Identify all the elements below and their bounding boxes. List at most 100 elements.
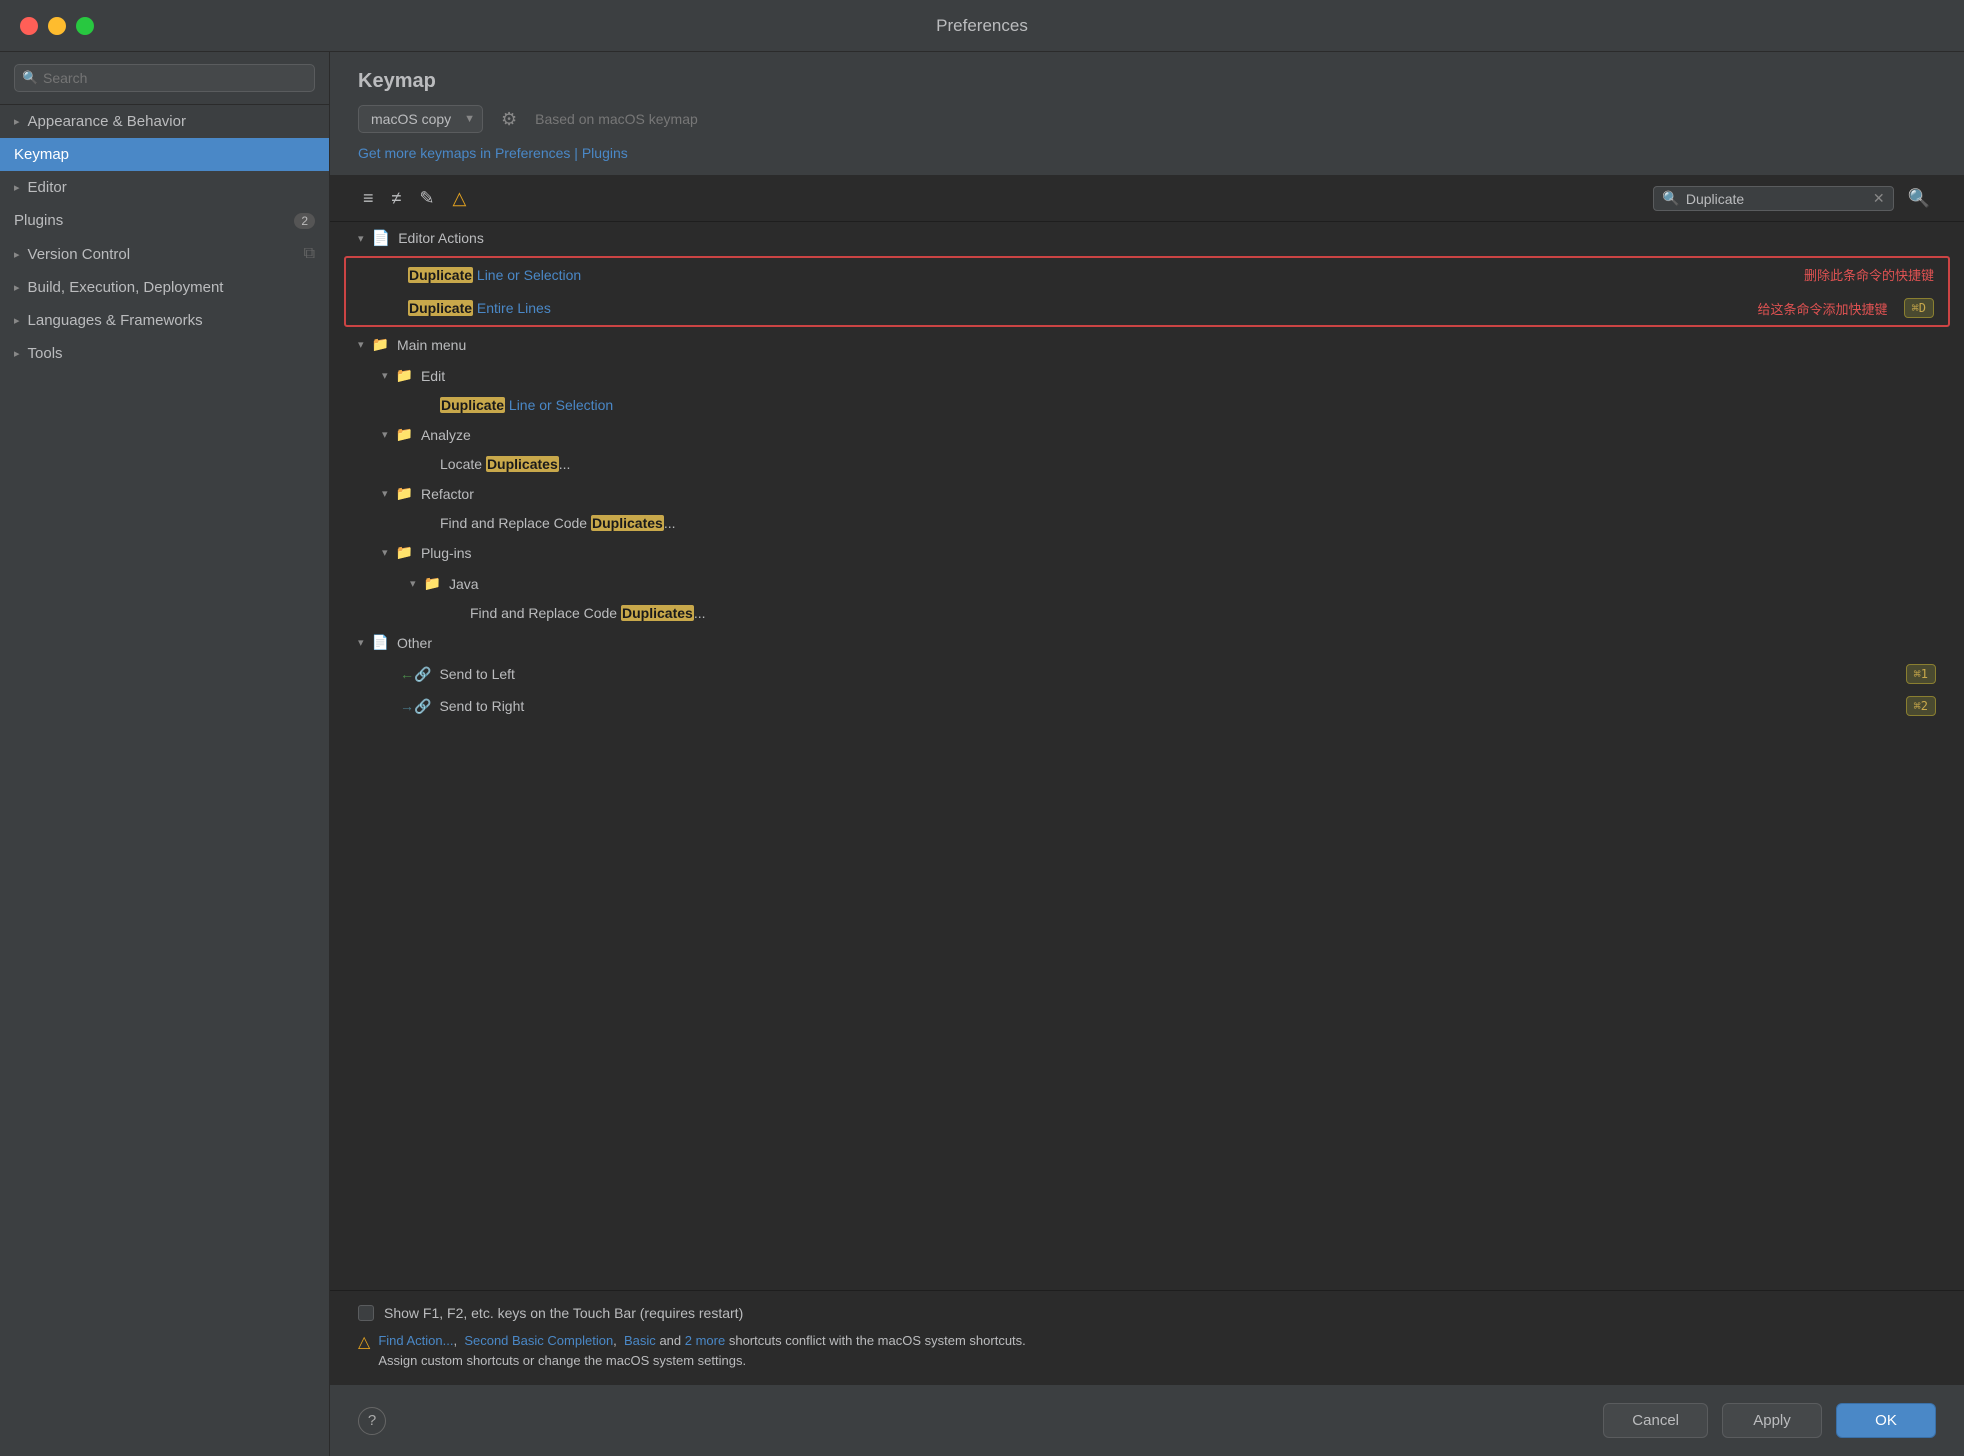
keyword-highlight: Duplicate [408,267,473,283]
tree-section-editor-actions[interactable]: ▾ 📄 Editor Actions [330,222,1964,254]
java-label: Java [449,576,479,592]
keymap-select[interactable]: macOS copy [358,105,483,133]
more-link[interactable]: 2 more [685,1333,725,1348]
help-button[interactable]: ? [358,1407,386,1435]
sidebar-item-appearance-behavior[interactable]: ▸ Appearance & Behavior [0,105,329,138]
chevron-down-icon: ▾ [382,428,388,441]
chevron-down-icon: ▾ [358,232,364,245]
chevron-right-icon: ▸ [14,115,20,128]
touchbar-row: Show F1, F2, etc. keys on the Touch Bar … [358,1305,1936,1321]
duplicate-line-edit-row[interactable]: Duplicate Line or Selection [330,391,1964,419]
sidebar-item-label: Tools [28,345,63,362]
sidebar-item-tools[interactable]: ▸ Tools [0,337,329,370]
warning-button[interactable]: △ [448,186,472,211]
row-right-actions-2: 给这条命令添加快捷键 ⌘D [1758,298,1934,318]
tree-section-edit[interactable]: ▾ 📁 Edit [330,360,1964,391]
touchbar-label: Show F1, F2, etc. keys on the Touch Bar … [384,1305,743,1321]
search-icon: 🔍 [1662,190,1679,207]
close-button[interactable] [20,17,38,35]
keyword-highlight: Duplicate [440,397,505,413]
chevron-down-icon: ▾ [382,546,388,559]
search-box: 🔍 ✕ [1653,186,1893,211]
chevron-right-icon: ▸ [14,181,20,194]
cancel-button[interactable]: Cancel [1603,1403,1708,1438]
editor-actions-label: Editor Actions [398,230,484,246]
send-to-right-label: Send to Right [439,698,524,714]
conflict-line2: Assign custom shortcuts or change the ma… [378,1353,746,1368]
toolbar: ≡ ≠ ✎ △ 🔍 ✕ 🔍 [330,176,1964,222]
find-replace-refactor-text: Find and Replace Code Duplicates... [440,515,675,531]
analyze-label: Analyze [421,427,471,443]
minimize-button[interactable] [48,17,66,35]
basic-link[interactable]: Basic [624,1333,656,1348]
touchbar-checkbox[interactable] [358,1305,374,1321]
locate-duplicates-row[interactable]: Locate Duplicates... [330,450,1964,478]
refactor-folder-icon: 📁 [396,485,413,502]
search-input[interactable] [1686,191,1867,207]
find-action-button[interactable]: 🔍 [1902,186,1936,211]
copy-icon: ⧉ [304,245,315,263]
send-to-left-row[interactable]: ←🔗 Send to Left ⌘1 [330,658,1964,690]
conflict-tail: shortcuts conflict with the macOS system… [729,1333,1026,1348]
tree-section-main-menu[interactable]: ▾ 📁 Main menu [330,329,1964,360]
editor-actions-icon: 📄 [372,229,391,247]
search-icon: 🔍 [22,70,38,86]
other-icon: 📄 [372,634,389,651]
duplicate-line-row[interactable]: Duplicate Line or Selection 删除此条命令的快捷键 [346,258,1948,291]
sidebar-item-label: Editor [28,179,67,196]
find-action-link[interactable]: Find Action... [378,1333,453,1348]
find-replace-refactor-row[interactable]: Find and Replace Code Duplicates... [330,509,1964,537]
conflict-text: Find Action..., Second Basic Completion,… [378,1331,1025,1370]
sidebar-item-label: Version Control [28,246,131,263]
duplicate-entire-row[interactable]: Duplicate Entire Lines 给这条命令添加快捷键 ⌘D [346,291,1948,325]
and-text: and [659,1333,684,1348]
tree-section-plugins[interactable]: ▾ 📁 Plug-ins [330,537,1964,568]
sidebar-item-label: Languages & Frameworks [28,312,203,329]
duplicate-line-text: Duplicate Line or Selection [408,267,581,283]
sidebar-item-label: Keymap [14,146,69,163]
delete-shortcut-text: 删除此条命令的快捷键 [1804,265,1934,284]
gear-button[interactable]: ⚙ [495,107,523,132]
sidebar-item-plugins[interactable]: Plugins 2 [0,204,329,237]
second-basic-link[interactable]: Second Basic Completion [464,1333,613,1348]
chevron-right-icon: ▸ [14,314,20,327]
other-label: Other [397,635,432,651]
expand-all-button[interactable]: ≡ [358,186,379,211]
chevron-down-icon: ▾ [358,636,364,649]
keymap-select-wrap: macOS copy ▼ [358,105,483,133]
clear-search-button[interactable]: ✕ [1873,190,1885,207]
send-to-right-shortcut: ⌘2 [1906,696,1936,716]
sidebar-item-version-control[interactable]: ▸ Version Control ⧉ [0,237,329,271]
sidebar-item-keymap[interactable]: Keymap [0,138,329,171]
row-right-actions: 删除此条命令的快捷键 [1804,265,1934,284]
sidebar-item-editor[interactable]: ▸ Editor [0,171,329,204]
warning-icon: △ [358,1332,370,1352]
sidebar-search-input[interactable] [14,64,315,92]
sidebar-search-area: 🔍 [0,52,329,105]
edit-label: Edit [421,368,445,384]
maximize-button[interactable] [76,17,94,35]
find-replace-java-row[interactable]: Find and Replace Code Duplicates... [330,599,1964,627]
tree-section-java[interactable]: ▾ 📁 Java [330,568,1964,599]
main-menu-label: Main menu [397,337,466,353]
plugins-badge: 2 [294,213,315,229]
tree-section-analyze[interactable]: ▾ 📁 Analyze [330,419,1964,450]
tree-section-refactor[interactable]: ▾ 📁 Refactor [330,478,1964,509]
duplicate-entire-text: Duplicate Entire Lines [408,300,551,316]
tree-section-other[interactable]: ▾ 📄 Other [330,627,1964,658]
apply-button[interactable]: Apply [1722,1403,1822,1438]
sidebar-item-build-execution[interactable]: ▸ Build, Execution, Deployment [0,271,329,304]
sidebar-item-languages-frameworks[interactable]: ▸ Languages & Frameworks [0,304,329,337]
chevron-down-icon: ▾ [382,487,388,500]
refactor-label: Refactor [421,486,474,502]
send-to-right-row[interactable]: →🔗 Send to Right ⌘2 [330,690,1964,722]
plugins-link[interactable]: Get more keymaps in Preferences | Plugin… [358,145,628,161]
chevron-right-icon: ▸ [14,281,20,294]
add-shortcut-text: 给这条命令添加快捷键 [1758,299,1888,318]
tree-area: ▾ 📄 Editor Actions Duplicate Line or Sel… [330,222,1964,1290]
edit-folder-icon: 📁 [396,367,413,384]
keymap-row: macOS copy ▼ ⚙ Based on macOS keymap [358,105,1936,133]
ok-button[interactable]: OK [1836,1403,1936,1438]
collapse-all-button[interactable]: ≠ [387,186,407,211]
edit-button[interactable]: ✎ [414,186,439,211]
